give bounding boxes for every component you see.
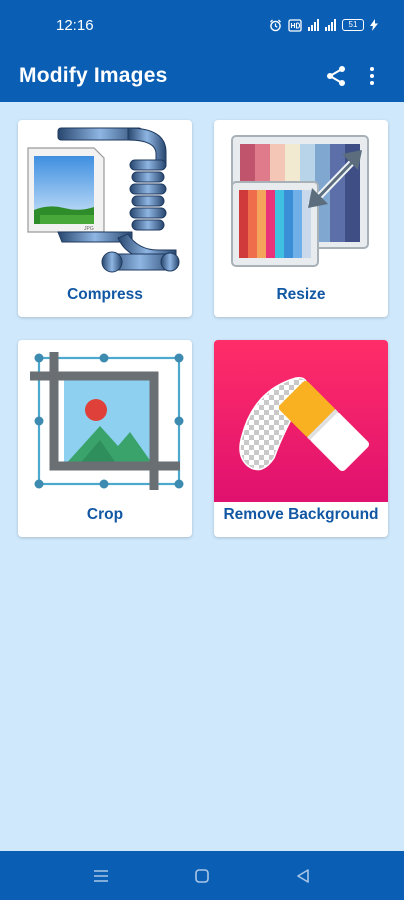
tool-card-remove-background[interactable]: Remove Background <box>214 340 388 537</box>
tool-label: Remove Background <box>223 506 379 523</box>
back-icon <box>297 868 310 883</box>
back-button[interactable] <box>283 856 323 896</box>
tool-label: Resize <box>276 286 326 303</box>
home-button[interactable] <box>182 856 222 896</box>
recents-button[interactable] <box>81 856 121 896</box>
recents-icon <box>93 869 108 882</box>
tool-card-crop[interactable]: Crop <box>18 340 192 537</box>
tool-card-resize[interactable]: Resize <box>214 120 388 317</box>
resize-icon <box>231 135 369 267</box>
system-nav-bar <box>0 851 404 900</box>
tool-label: Compress <box>67 286 143 303</box>
tool-label: Crop <box>86 506 124 523</box>
tools-grid: JPG Compress Resize Crop Remove Backgrou… <box>0 0 404 900</box>
compress-icon: JPG <box>27 127 180 273</box>
crop-icon <box>30 352 184 490</box>
tool-card-compress[interactable]: JPG Compress <box>18 120 192 317</box>
eraser-icon <box>214 340 388 502</box>
svg-text:JPG: JPG <box>84 226 94 232</box>
home-icon <box>195 868 209 883</box>
